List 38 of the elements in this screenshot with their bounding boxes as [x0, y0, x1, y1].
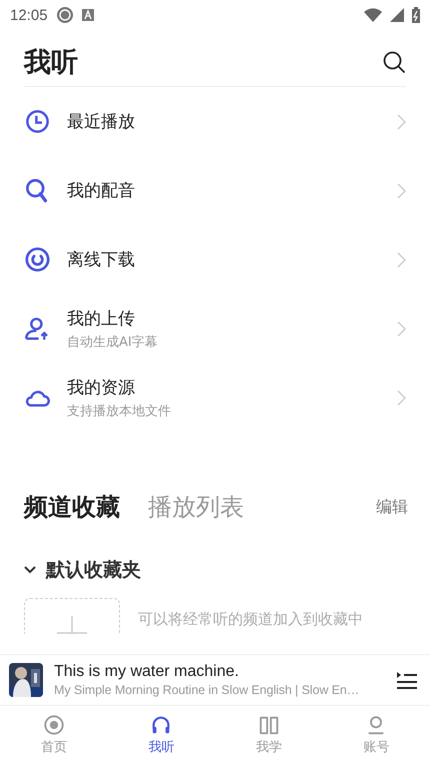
- chevron-right-icon: [396, 252, 406, 268]
- power-icon: [24, 246, 51, 273]
- search-icon[interactable]: [382, 50, 406, 74]
- menu-item-title: 最近播放: [67, 111, 136, 133]
- menu-item[interactable]: 我的资源 支持播放本地文件: [0, 363, 430, 432]
- clock-time: 12:05: [10, 6, 48, 24]
- battery-icon: [412, 7, 420, 23]
- headphones-icon: [150, 714, 172, 736]
- chevron-right-icon: [396, 114, 406, 130]
- folder-header[interactable]: 默认收藏夹: [24, 552, 141, 588]
- menu-item-title: 我的配音: [67, 180, 136, 202]
- menu-item-title: 离线下载: [67, 249, 136, 271]
- wifi-icon: [364, 8, 382, 22]
- chevron-right-icon: [396, 390, 406, 406]
- empty-hint: 可以将经常听的频道加入到收藏中: [138, 610, 363, 629]
- keyboard-icon: [82, 9, 94, 21]
- menu-item[interactable]: 离线下载: [0, 225, 430, 294]
- menu-item[interactable]: 我的上传 自动生成AI字幕: [0, 294, 430, 363]
- chevron-right-icon: [396, 320, 406, 336]
- menu-item-title: 我的资源: [67, 376, 136, 398]
- clock-icon: [24, 108, 51, 135]
- page-title: 我听: [24, 46, 78, 80]
- book-icon: [258, 714, 280, 736]
- menu-item-title: 我的上传: [67, 308, 136, 330]
- mini-player[interactable]: This is my water machine. My Simple Morning Routine in Slow English | Slow En…: [0, 654, 430, 706]
- section-tab[interactable]: 频道收藏: [24, 491, 120, 523]
- menu-item[interactable]: 我的配音: [0, 156, 430, 225]
- nav-tab[interactable]: 我听: [108, 706, 215, 764]
- edit-button[interactable]: 编辑: [376, 496, 408, 518]
- menu-item-subtitle: 自动生成AI字幕: [67, 334, 159, 350]
- signal-icon: [390, 8, 404, 22]
- playlist-icon[interactable]: [396, 670, 418, 690]
- record-icon: [42, 714, 65, 736]
- track-subtitle: My Simple Morning Routine in Slow English | Slow En…: [54, 683, 360, 697]
- menu-item[interactable]: 最近播放: [0, 87, 430, 156]
- chevron-right-icon: [396, 182, 406, 198]
- track-title: This is my water machine.: [54, 663, 240, 681]
- menu-item-subtitle: 支持播放本地文件: [67, 402, 172, 420]
